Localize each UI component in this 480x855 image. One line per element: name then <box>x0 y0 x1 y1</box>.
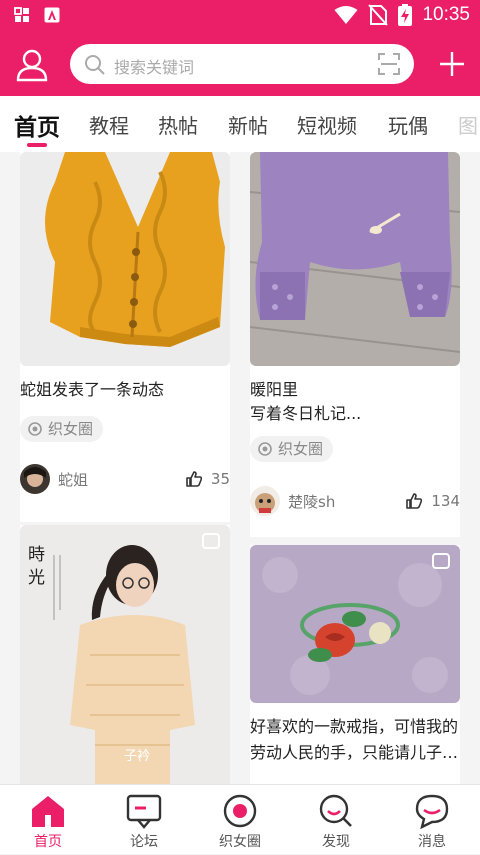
tab-home[interactable]: 首页 <box>14 108 60 142</box>
bottom-navigation: 首页 论坛 织女圈 发现 消息 <box>0 784 480 854</box>
nav-label: 发现 <box>322 834 350 850</box>
post-title-line-1[interactable]: 暖阳里 <box>250 378 298 402</box>
avatar[interactable] <box>250 486 280 516</box>
tab-new[interactable]: 新帖 <box>228 110 268 139</box>
author-name: 蛇姐 <box>58 470 89 489</box>
add-post-button[interactable] <box>438 50 466 78</box>
thumbs-up-icon <box>406 493 423 509</box>
clock-text: 10:35 <box>422 4 470 25</box>
image-caption: 子衿 <box>124 749 150 764</box>
wifi-icon <box>334 6 358 24</box>
category-tabs: 首页 教程 热帖 新帖 短视频 玩偶 图 <box>0 96 480 152</box>
post-title-line-2[interactable]: 劳动人民的手，只能请儿子… <box>250 741 458 765</box>
search-placeholder: 搜索关键词 <box>114 58 195 77</box>
circle-tag-icon <box>28 422 42 436</box>
like-count: 35 <box>210 470 230 488</box>
nav-forum[interactable]: 论坛 <box>96 785 192 855</box>
post-image[interactable] <box>20 152 230 366</box>
tag-label: 织女圈 <box>48 420 94 438</box>
author-name: 楚陵sh <box>288 492 336 511</box>
home-icon <box>32 796 64 827</box>
tab-short-video[interactable]: 短视频 <box>297 110 357 139</box>
post-image[interactable]: 時 光 子衿 <box>20 525 230 784</box>
user-icon <box>16 49 48 82</box>
nav-label: 论坛 <box>130 834 158 850</box>
plus-icon <box>440 52 464 76</box>
discover-icon <box>319 794 352 827</box>
nav-home[interactable]: 首页 <box>0 785 96 855</box>
like-button[interactable]: 134 <box>405 492 460 510</box>
circle-icon <box>223 794 257 828</box>
post-card-3[interactable]: 時 光 子衿 <box>20 525 230 784</box>
post-card-4[interactable]: 好喜欢的一款戒指，可惜我的 劳动人民的手，只能请儿子… <box>250 545 460 784</box>
avatar[interactable] <box>20 464 50 494</box>
tab-indicator <box>27 143 47 147</box>
tab-picture[interactable]: 图 <box>458 110 478 139</box>
tab-doll[interactable]: 玩偶 <box>388 110 428 139</box>
nav-label: 消息 <box>418 834 446 850</box>
like-count: 134 <box>431 492 460 510</box>
circle-tag[interactable]: 织女圈 <box>20 416 104 442</box>
no-sim-icon <box>368 4 389 26</box>
post-card-1[interactable]: 蛇姐发表了一条动态 织女圈 蛇姐 35 <box>20 152 230 522</box>
search-icon <box>85 55 105 75</box>
thumbs-up-icon <box>186 471 203 487</box>
nav-discover[interactable]: 发现 <box>288 785 384 855</box>
message-icon <box>415 794 449 829</box>
status-bar: 10:35 <box>0 0 480 32</box>
author-avatar-image <box>20 464 50 494</box>
tab-tutorial[interactable]: 教程 <box>89 110 129 139</box>
nav-label: 织女圈 <box>219 834 261 850</box>
notification-app-icon <box>44 7 60 23</box>
nav-messages[interactable]: 消息 <box>384 785 480 855</box>
nav-circle[interactable]: 织女圈 <box>192 785 288 855</box>
battery-charging-icon <box>398 4 413 26</box>
image-text-1: 時 <box>28 545 45 565</box>
yellow-knit-vest-image <box>20 152 230 366</box>
purple-knit-sweater-image <box>250 152 460 366</box>
app-grid-icon <box>14 7 29 22</box>
girl-in-sweater-image: 時 光 子衿 <box>20 525 230 784</box>
search-bar[interactable]: 搜索关键词 <box>70 44 414 84</box>
circle-tag-icon <box>258 442 272 456</box>
post-image[interactable] <box>250 152 460 366</box>
circle-tag[interactable]: 织女圈 <box>250 436 334 462</box>
like-button[interactable]: 35 <box>185 470 230 488</box>
post-title-line-1[interactable]: 好喜欢的一款戒指，可惜我的 <box>250 715 458 739</box>
forum-icon <box>126 794 162 829</box>
tab-hot[interactable]: 热帖 <box>158 110 198 139</box>
post-author[interactable]: 楚陵sh <box>250 486 335 516</box>
post-title-line-2[interactable]: 写着冬日札记... <box>250 402 361 426</box>
nav-label: 首页 <box>34 834 62 850</box>
post-feed: 蛇姐发表了一条动态 织女圈 蛇姐 35 暖阳里 写着冬日札记... 织女圈 楚陵… <box>0 152 480 784</box>
crochet-rose-ring-image <box>250 545 460 703</box>
post-card-2[interactable]: 暖阳里 写着冬日札记... 织女圈 楚陵sh 134 <box>250 152 460 537</box>
post-author[interactable]: 蛇姐 <box>20 464 88 494</box>
top-header: 搜索关键词 <box>0 32 480 96</box>
post-image[interactable] <box>250 545 460 703</box>
profile-button[interactable] <box>14 47 50 83</box>
scan-icon[interactable] <box>378 53 400 75</box>
author-avatar-image <box>250 486 280 516</box>
post-title[interactable]: 蛇姐发表了一条动态 <box>20 378 164 402</box>
image-text-2: 光 <box>28 568 45 588</box>
tag-label: 织女圈 <box>278 440 324 458</box>
